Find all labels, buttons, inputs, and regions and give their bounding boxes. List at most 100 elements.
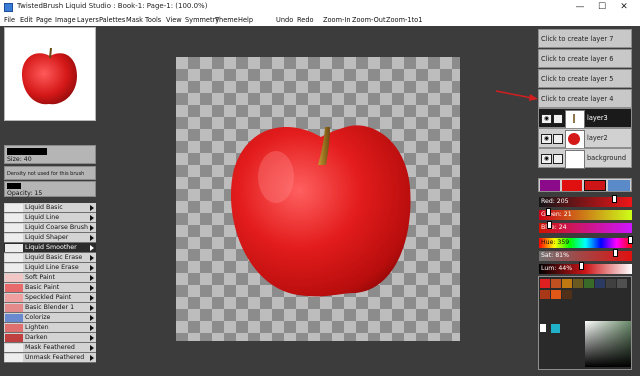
- zoom-in-button[interactable]: Zoom-In: [323, 15, 351, 26]
- lock-icon[interactable]: [553, 114, 563, 124]
- color-swatch[interactable]: [608, 180, 630, 191]
- drawing-canvas[interactable]: [176, 57, 460, 341]
- blue-slider[interactable]: Blue: 24: [539, 221, 632, 233]
- palette-swatch[interactable]: [595, 279, 605, 288]
- brush-mask-feathered[interactable]: Mask Feathered: [4, 343, 96, 353]
- saturation-slider[interactable]: Sat: 81%: [539, 249, 632, 261]
- menu-page[interactable]: Page: [36, 15, 52, 26]
- create-layer-7[interactable]: Click to create layer 7: [538, 29, 632, 48]
- color-swatch[interactable]: [562, 180, 582, 191]
- arrow-right-icon: [90, 245, 94, 251]
- slider-knob[interactable]: [546, 208, 551, 216]
- palette-swatch[interactable]: [562, 290, 572, 299]
- color-picker-gradient[interactable]: [585, 321, 631, 367]
- zoom-1to1-button[interactable]: Zoom-1to1: [386, 15, 422, 26]
- eye-icon[interactable]: ◉: [541, 114, 552, 124]
- brush-liquid-shaper[interactable]: Liquid Shaper: [4, 233, 96, 243]
- brush-basic-blender-1[interactable]: Basic Blender 1: [4, 303, 96, 313]
- brush-unmask-feathered[interactable]: Unmask Feathered: [4, 353, 96, 363]
- create-layer-6[interactable]: Click to create layer 6: [538, 49, 632, 68]
- eye-icon[interactable]: ◉: [541, 134, 552, 144]
- brush-liquid-coarse-brush[interactable]: Liquid Coarse Brush: [4, 223, 96, 233]
- arrow-right-icon: [90, 235, 94, 241]
- brush-colorize[interactable]: Colorize: [4, 313, 96, 323]
- brush-stroke-icon: [5, 334, 23, 342]
- create-layer-4[interactable]: Click to create layer 4: [538, 89, 632, 108]
- red-slider[interactable]: Red: 205: [539, 195, 632, 207]
- layer-row-layer3[interactable]: ◉ layer3: [538, 108, 632, 129]
- palette-swatch[interactable]: [540, 324, 546, 332]
- palette-swatch[interactable]: [606, 279, 616, 288]
- brush-stroke-icon: [5, 234, 23, 242]
- menu-image[interactable]: Image: [55, 15, 76, 26]
- brush-stroke-icon: [5, 244, 23, 252]
- brush-basic-paint[interactable]: Basic Paint: [4, 283, 96, 293]
- current-color-swatch[interactable]: [584, 180, 606, 191]
- menu-palettes[interactable]: Palettes: [99, 15, 125, 26]
- opacity-panel[interactable]: Opacity: 15: [4, 181, 96, 197]
- brush-speckled-paint[interactable]: Speckled Paint: [4, 293, 96, 303]
- arrow-right-icon: [90, 225, 94, 231]
- luminance-slider[interactable]: Lum: 44%: [539, 262, 632, 274]
- hue-slider[interactable]: Hue: 359: [539, 236, 633, 248]
- zoom-out-button[interactable]: Zoom-Out: [352, 15, 386, 26]
- slider-knob[interactable]: [612, 195, 617, 203]
- slider-knob[interactable]: [579, 262, 584, 270]
- redo-button[interactable]: Redo: [297, 15, 314, 26]
- brush-soft-paint[interactable]: Soft Paint: [4, 273, 96, 283]
- menu-view[interactable]: View: [166, 15, 182, 26]
- arrow-right-icon: [90, 275, 94, 281]
- brush-stroke-icon: [5, 324, 23, 332]
- minimize-button[interactable]: —: [568, 1, 592, 14]
- brush-liquid-line-erase[interactable]: Liquid Line Erase: [4, 263, 96, 273]
- apple-thumbnail-image: [21, 47, 77, 105]
- slider-knob[interactable]: [628, 236, 633, 244]
- brush-stroke-icon: [5, 314, 23, 322]
- palette-swatch[interactable]: [584, 279, 594, 288]
- color-swatch[interactable]: [540, 180, 560, 191]
- brush-stroke-icon: [5, 354, 23, 362]
- slider-knob[interactable]: [613, 249, 618, 257]
- menu-file[interactable]: File: [4, 15, 15, 26]
- arrow-right-icon: [90, 335, 94, 341]
- brush-liquid-smoother[interactable]: Liquid Smoother: [4, 243, 96, 253]
- brush-darken[interactable]: Darken: [4, 333, 96, 343]
- menu-help[interactable]: Help: [238, 15, 253, 26]
- brush-liquid-line[interactable]: Liquid Line: [4, 213, 96, 223]
- create-layer-5[interactable]: Click to create layer 5: [538, 69, 632, 88]
- palette-swatch[interactable]: [540, 279, 550, 288]
- page-thumbnail[interactable]: [4, 27, 96, 121]
- menu-theme[interactable]: Theme: [215, 15, 238, 26]
- palette-swatch[interactable]: [617, 279, 627, 288]
- brush-liquid-basic[interactable]: Liquid Basic: [4, 203, 96, 213]
- palette-swatch[interactable]: [551, 279, 561, 288]
- menu-edit[interactable]: Edit: [20, 15, 33, 26]
- menu-tools[interactable]: Tools: [145, 15, 161, 26]
- menu-mask[interactable]: Mask: [126, 15, 143, 26]
- title-bar: TwistedBrush Liquid Studio : Book-1: Pag…: [0, 0, 640, 15]
- slider-knob[interactable]: [547, 221, 552, 229]
- brush-stroke-icon: [5, 274, 23, 282]
- palette-swatch[interactable]: [562, 279, 572, 288]
- undo-button[interactable]: Undo: [276, 15, 293, 26]
- density-panel: Density not used for this brush: [4, 166, 96, 180]
- green-slider[interactable]: Green: 21: [539, 208, 632, 220]
- lock-icon[interactable]: [553, 154, 563, 164]
- eye-icon[interactable]: ◉: [541, 154, 552, 164]
- brush-lighten[interactable]: Lighten: [4, 323, 96, 333]
- current-color-bar[interactable]: [538, 178, 632, 192]
- close-button[interactable]: ✕: [612, 1, 636, 14]
- size-panel[interactable]: Size: 40: [4, 145, 96, 164]
- layer-row-layer2[interactable]: ◉ layer2: [538, 128, 632, 149]
- maximize-button[interactable]: ☐: [590, 1, 614, 14]
- apple-painting: [230, 125, 411, 297]
- palette-swatch[interactable]: [573, 279, 583, 288]
- layer-row-background[interactable]: ◉ background: [538, 148, 632, 169]
- brush-liquid-basic-erase[interactable]: Liquid Basic Erase: [4, 253, 96, 263]
- palette-swatch[interactable]: [551, 290, 561, 299]
- palette-swatch[interactable]: [540, 290, 550, 299]
- window-title: TwistedBrush Liquid Studio : Book-1: Pag…: [17, 2, 208, 10]
- menu-layers[interactable]: Layers: [77, 15, 99, 26]
- lock-icon[interactable]: [553, 134, 563, 144]
- palette-swatch[interactable]: [551, 324, 560, 333]
